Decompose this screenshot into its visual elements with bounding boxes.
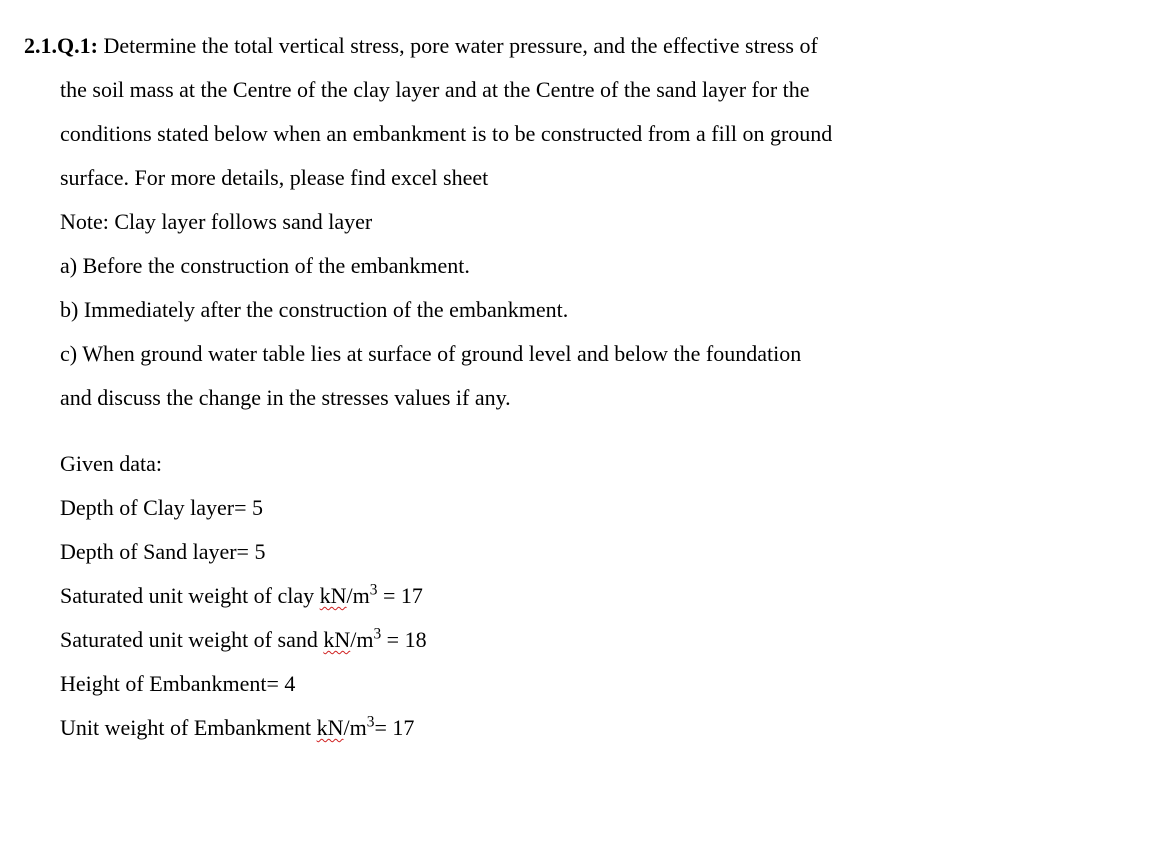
emb-height-label: Height of Embankment= bbox=[60, 671, 284, 696]
sat-sand-value: 18 bbox=[405, 627, 427, 652]
question-label: 2.1.Q.1: bbox=[24, 33, 98, 58]
question-part-a: a) Before the construction of the embank… bbox=[60, 244, 1132, 288]
clay-depth-value: 5 bbox=[252, 495, 263, 520]
emb-unit-prefix: Unit weight of Embankment bbox=[60, 715, 317, 740]
question-body: the soil mass at the Centre of the clay … bbox=[24, 68, 1132, 750]
clay-depth-label: Depth of Clay layer= bbox=[60, 495, 252, 520]
emb-unit-value: 17 bbox=[392, 715, 414, 740]
sat-clay-value: 17 bbox=[401, 583, 423, 608]
given-data-header: Given data: bbox=[60, 442, 1132, 486]
given-sat-clay: Saturated unit weight of clay kN/m3 = 17 bbox=[60, 574, 1132, 618]
given-sand-depth: Depth of Sand layer= 5 bbox=[60, 530, 1132, 574]
sat-clay-unit-kn: kN bbox=[320, 583, 347, 608]
sat-sand-unit-kn: kN bbox=[323, 627, 350, 652]
given-emb-unit-weight: Unit weight of Embankment kN/m3= 17 bbox=[60, 706, 1132, 750]
document-page: 2.1.Q.1: Determine the total vertical st… bbox=[24, 24, 1132, 750]
question-part-c-line-2: and discuss the change in the stresses v… bbox=[60, 376, 1132, 420]
sat-clay-prefix: Saturated unit weight of clay bbox=[60, 583, 320, 608]
sand-depth-label: Depth of Sand layer= bbox=[60, 539, 254, 564]
question-text-2: the soil mass at the Centre of the clay … bbox=[60, 68, 1132, 112]
sat-sand-eq: = bbox=[381, 627, 404, 652]
question-text-4: surface. For more details, please find e… bbox=[60, 156, 1132, 200]
emb-height-value: 4 bbox=[284, 671, 295, 696]
sat-sand-prefix: Saturated unit weight of sand bbox=[60, 627, 323, 652]
emb-unit-eq: = bbox=[374, 715, 392, 740]
question-note: Note: Clay layer follows sand layer bbox=[60, 200, 1132, 244]
given-clay-depth: Depth of Clay layer= 5 bbox=[60, 486, 1132, 530]
question-text-3: conditions stated below when an embankme… bbox=[60, 112, 1132, 156]
given-sat-sand: Saturated unit weight of sand kN/m3 = 18 bbox=[60, 618, 1132, 662]
question-text-1: Determine the total vertical stress, por… bbox=[103, 33, 817, 58]
emb-unit-kn: kN bbox=[317, 715, 344, 740]
sat-sand-unit-m: /m bbox=[350, 627, 373, 652]
sat-clay-unit-m: /m bbox=[347, 583, 370, 608]
sand-depth-value: 5 bbox=[254, 539, 265, 564]
sat-clay-eq: = bbox=[377, 583, 400, 608]
emb-unit-m: /m bbox=[344, 715, 367, 740]
paragraph-spacer bbox=[60, 420, 1132, 442]
question-part-c-line-1: c) When ground water table lies at surfa… bbox=[60, 332, 1132, 376]
given-emb-height: Height of Embankment= 4 bbox=[60, 662, 1132, 706]
question-part-b: b) Immediately after the construction of… bbox=[60, 288, 1132, 332]
question-intro-line-1: 2.1.Q.1: Determine the total vertical st… bbox=[24, 24, 1132, 68]
